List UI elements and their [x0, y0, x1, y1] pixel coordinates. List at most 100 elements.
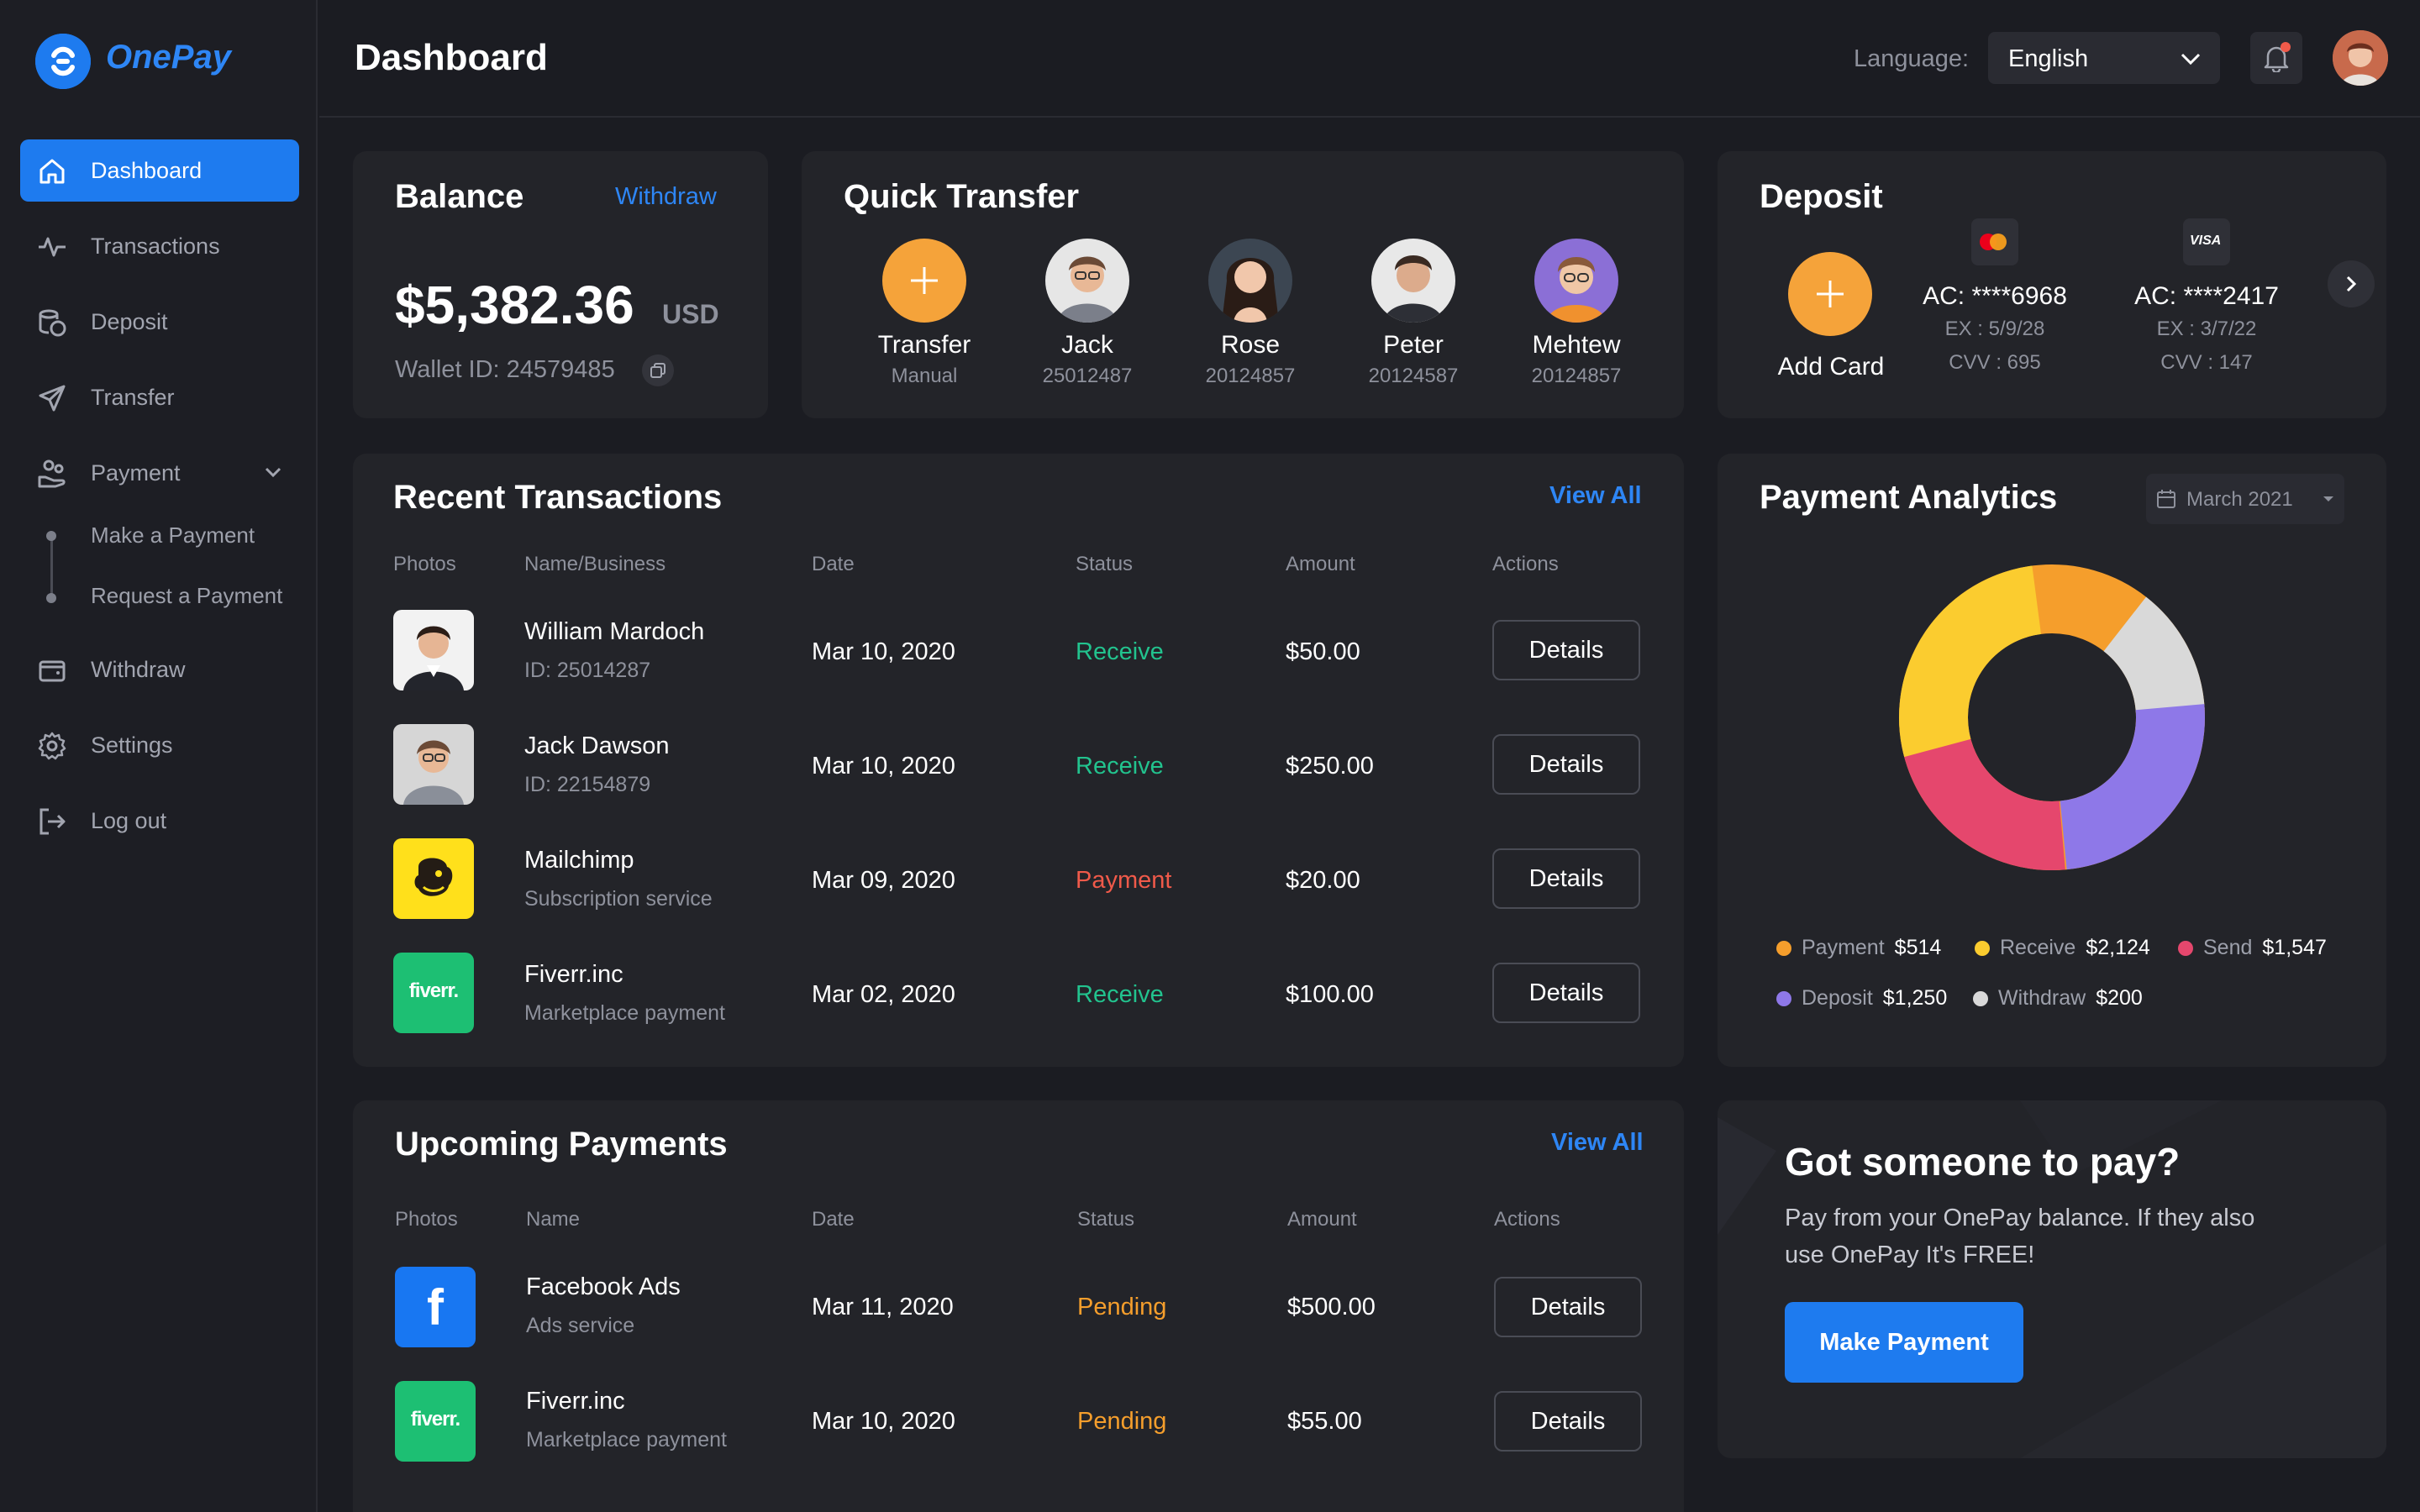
contact-name: Jack [1061, 331, 1113, 359]
sidebar-item-deposit[interactable]: Deposit [20, 291, 299, 353]
legend-item: Receive $2,124 [1975, 936, 2150, 960]
legend-item: Payment $514 [1776, 936, 1941, 960]
logout-icon [39, 808, 66, 835]
deposit-card: Deposit Add Card AC: ****6968 EX : 5/9/2… [1718, 151, 2386, 418]
chevron-right-icon [2346, 276, 2357, 292]
card-expiry: EX : 5/9/28 [1944, 318, 2045, 340]
view-all-link[interactable]: View All [1551, 1129, 1644, 1157]
fiverr-logo-icon: fiverr. [395, 1381, 476, 1462]
make-payment-button[interactable]: Make Payment [1785, 1302, 2023, 1383]
legend-item: Send $1,547 [2178, 936, 2327, 960]
copy-icon [650, 363, 666, 378]
language-select[interactable]: English [1988, 32, 2220, 84]
contact-id: 25012487 [1042, 365, 1133, 387]
chevron-down-icon [2181, 53, 2201, 66]
submenu-dot [46, 531, 56, 541]
payment-analytics-card: Payment Analytics March 2021 Payment $51… [1718, 454, 2386, 1067]
upcoming-payments-card: Upcoming Payments View All Photos Name D… [353, 1100, 1684, 1512]
notification-dot [2281, 42, 2291, 52]
card-cvv: CVV : 695 [1949, 351, 2041, 374]
contact-mehtew[interactable]: Mehtew 20124857 [1509, 239, 1644, 388]
legend-dot [2178, 940, 2193, 956]
contact-jack[interactable]: Jack 25012487 [1020, 239, 1155, 388]
contact-id: 20124587 [1368, 365, 1459, 387]
copy-button[interactable] [642, 354, 674, 386]
transaction-photo [393, 610, 474, 690]
transaction-name: Jack Dawson [524, 732, 670, 759]
details-button[interactable]: Details [1492, 848, 1640, 909]
user-avatar[interactable] [2333, 30, 2388, 86]
avatar [1371, 239, 1455, 323]
promo-title: Got someone to pay? [1785, 1140, 2181, 1184]
saved-card[interactable]: AC: ****6968 EX : 5/9/28 CVV : 695 [1923, 218, 2067, 374]
sidebar-item-label: Payment [91, 460, 181, 486]
column-header: Name/Business [524, 553, 666, 575]
sidebar-item-logout[interactable]: Log out [20, 790, 299, 852]
legend-item: Deposit $1,250 [1776, 986, 1947, 1011]
legend-dot [1776, 990, 1791, 1006]
legend-dot [1975, 940, 1990, 956]
sidebar-subitem-request-payment[interactable]: Request a Payment [91, 583, 282, 609]
quick-transfer-title: Quick Transfer [844, 178, 1080, 215]
deposit-title: Deposit [1760, 178, 1883, 215]
details-button[interactable]: Details [1494, 1277, 1642, 1337]
fiverr-logo-icon: fiverr. [393, 953, 474, 1033]
donut-chart [1899, 564, 2205, 870]
pulse-icon [39, 237, 66, 257]
transfer-manual-button[interactable]: Transfer Manual [857, 239, 992, 388]
add-card-button[interactable] [1788, 252, 1872, 336]
recent-transactions-title: Recent Transactions [393, 479, 723, 516]
payment-name: Fiverr.inc [526, 1388, 625, 1415]
details-button[interactable]: Details [1494, 1391, 1642, 1452]
sidebar-item-withdraw[interactable]: Withdraw [20, 638, 299, 701]
column-header: Actions [1492, 553, 1559, 575]
column-header: Photos [395, 1208, 458, 1231]
transaction-status: Receive [1076, 638, 1164, 665]
sidebar-item-transactions[interactable]: Transactions [20, 215, 299, 277]
transaction-name: Mailchimp [524, 847, 634, 874]
payment-date: Mar 11, 2020 [812, 1294, 954, 1320]
transaction-amount: $100.00 [1286, 981, 1374, 1008]
sidebar-item-payment[interactable]: Payment [20, 442, 299, 504]
sidebar-item-dashboard[interactable]: Dashboard [20, 139, 299, 202]
contact-rose[interactable]: Rose 20124857 [1183, 239, 1318, 388]
payment-sub: Marketplace payment [526, 1428, 728, 1452]
contact-peter[interactable]: Peter 20124587 [1346, 239, 1481, 388]
add-card-label: Add Card [1777, 353, 1885, 381]
month-select[interactable]: March 2021 [2146, 474, 2344, 524]
chevron-down-icon [265, 467, 281, 478]
card-cvv: CVV : 147 [2160, 351, 2253, 374]
column-header: Amount [1286, 553, 1355, 575]
sidebar-item-settings[interactable]: Settings [20, 714, 299, 776]
wallet-id: Wallet ID: 24579485 [395, 356, 615, 383]
avatar [1208, 239, 1292, 323]
sidebar-item-label: Dashboard [91, 158, 203, 183]
submenu-line [50, 536, 53, 600]
notifications-button[interactable] [2250, 32, 2302, 84]
payment-status: Pending [1077, 1408, 1167, 1435]
details-button[interactable]: Details [1492, 734, 1640, 795]
balance-amount: $5,382.36 [395, 275, 634, 335]
sidebar-item-label: Deposit [91, 309, 168, 334]
submenu-dot [46, 593, 56, 603]
column-header: Name [526, 1208, 581, 1231]
column-header: Photos [393, 553, 456, 575]
view-all-link[interactable]: View All [1549, 482, 1642, 510]
transaction-status: Receive [1076, 753, 1164, 780]
column-header: Date [812, 1208, 855, 1231]
payment-date: Mar 10, 2020 [812, 1408, 955, 1435]
details-button[interactable]: Details [1492, 963, 1640, 1023]
withdraw-link[interactable]: Withdraw [615, 183, 717, 211]
sidebar-item-transfer[interactable]: Transfer [20, 366, 299, 428]
details-button[interactable]: Details [1492, 620, 1640, 680]
sidebar-subitem-make-payment[interactable]: Make a Payment [91, 522, 255, 549]
next-card-button[interactable] [2328, 260, 2375, 307]
wallet-icon [39, 660, 66, 682]
send-icon [39, 385, 66, 412]
legend-item: Withdraw $200 [1973, 986, 2143, 1011]
saved-card[interactable]: VISA AC: ****2417 EX : 3/7/22 CVV : 147 [2134, 218, 2279, 374]
payment-status: Pending [1077, 1294, 1167, 1320]
column-header: Actions [1494, 1208, 1560, 1231]
sidebar-item-label: Transfer [91, 385, 175, 410]
facebook-logo-icon: f [395, 1267, 476, 1347]
